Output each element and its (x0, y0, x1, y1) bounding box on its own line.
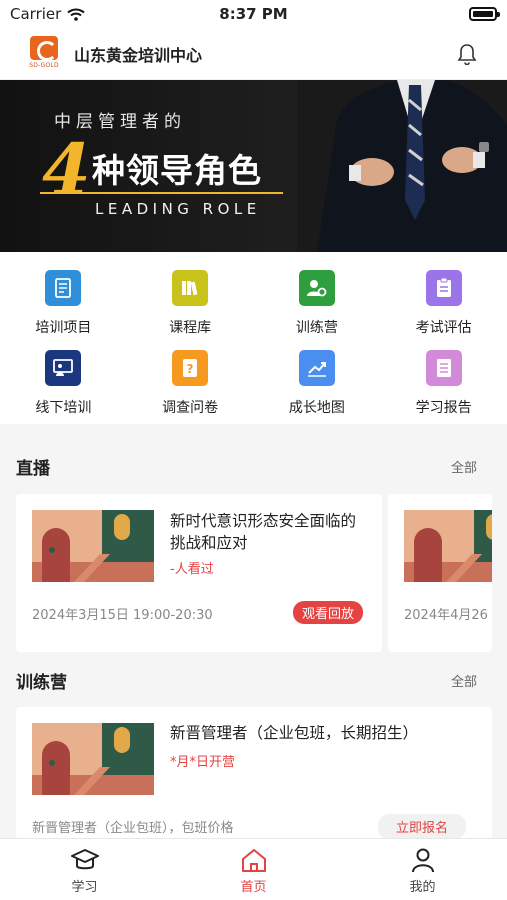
wifi-icon (67, 8, 85, 21)
tab-label: 首页 (240, 880, 267, 895)
document-icon (45, 270, 82, 306)
tab-label: 学习 (71, 880, 98, 895)
battery-icon (469, 7, 500, 21)
carrier-label: Carrier (10, 5, 62, 23)
banner-title: 种领导角色 (92, 151, 262, 190)
live-title: 新时代意识形态安全面临的挑战和应对 (170, 512, 357, 552)
tab-home[interactable]: 首页 (169, 839, 338, 900)
camp-schedule: *月*日开营 (170, 755, 236, 770)
businessman-illustration (297, 80, 507, 252)
classroom-icon (45, 350, 82, 386)
camp-title: 新晋管理者（企业包班，长期招生） (170, 724, 419, 742)
live-thumbnail (32, 510, 154, 582)
banner-number: 4 (42, 128, 91, 211)
feature-grid: 培训项目 课程库 训练营 考试评估 线下培训 ? 调查问卷 成长地图 学习报告 (0, 252, 507, 424)
section-title: 训练营 (16, 672, 67, 693)
live-card[interactable]: 2024年4月26 (388, 494, 492, 652)
app-header: SD-GOLD 山东黄金培训中心 (0, 28, 507, 80)
carrier: Carrier (10, 5, 85, 23)
section-title: 直播 (16, 458, 50, 479)
live-viewers: -人看过 (170, 562, 214, 577)
feature-training-projects[interactable]: 培训项目 (0, 270, 127, 350)
tab-study[interactable]: 学习 (0, 839, 169, 900)
tab-label: 我的 (409, 880, 436, 895)
camp-description: 新晋管理者（企业包班），包班价格 (32, 821, 234, 836)
camp-thumbnail (32, 723, 154, 795)
feature-offline-training[interactable]: 线下培训 (0, 350, 127, 430)
logo-mark (30, 35, 58, 61)
app-title: 山东黄金培训中心 (74, 45, 203, 65)
live-section-header: 直播 全部 (0, 444, 507, 488)
logo-text: SD-GOLD (29, 61, 59, 69)
camp-more-link[interactable]: 全部 (451, 671, 491, 690)
camp-card[interactable]: 新晋管理者（企业包班，长期招生） *月*日开营 新晋管理者（企业包班），包班价格… (16, 707, 492, 839)
feature-label: 课程库 (169, 320, 212, 336)
home-icon (241, 849, 266, 872)
enroll-button[interactable]: 立即报名 (378, 814, 467, 839)
live-more-link[interactable]: 全部 (451, 457, 491, 476)
live-thumbnail (404, 510, 492, 582)
feature-label: 成长地图 (288, 400, 345, 416)
live-date: 2024年3月15日 19:00-20:30 (32, 608, 213, 623)
report-icon (425, 350, 462, 386)
feature-exam-evaluation[interactable]: 考试评估 (380, 270, 507, 350)
live-card[interactable]: 新时代意识形态安全面临的挑战和应对 -人看过 2024年3月15日 19:00-… (16, 494, 382, 652)
feature-course-library[interactable]: 课程库 (127, 270, 254, 350)
status-bar: Carrier 8:37 PM (0, 0, 507, 28)
person-icon (411, 848, 434, 873)
brand-logo: SD-GOLD (28, 35, 60, 72)
svg-text:?: ? (187, 362, 194, 376)
watch-replay-button[interactable]: 观看回放 (293, 601, 364, 624)
feature-growth-map[interactable]: 成长地图 (254, 350, 381, 430)
notification-button[interactable] (455, 42, 479, 66)
books-icon (172, 270, 209, 306)
promo-banner[interactable]: 中层管理者的 4 种领导角色 LEADING ROLE (0, 80, 507, 252)
clipboard-icon (425, 270, 462, 306)
feature-survey[interactable]: ? 调查问卷 (127, 350, 254, 430)
feature-row: 线下培训 ? 调查问卷 成长地图 学习报告 (0, 350, 507, 430)
feature-label: 考试评估 (415, 320, 472, 336)
users-gear-icon (298, 270, 335, 306)
camp-section-header: 训练营 全部 (0, 658, 507, 702)
feature-label: 训练营 (295, 320, 338, 336)
feature-label: 学习报告 (415, 400, 472, 416)
tab-profile[interactable]: 我的 (338, 839, 507, 900)
feature-label: 调查问卷 (162, 400, 219, 416)
bottom-tab-bar: 学习 首页 我的 (0, 838, 507, 900)
trend-chart-icon (298, 350, 335, 386)
feature-label: 培训项目 (35, 320, 92, 336)
bell-icon (457, 43, 477, 65)
feature-label: 线下培训 (35, 400, 92, 416)
graduation-cap-icon (70, 849, 99, 870)
questionnaire-icon: ? (172, 350, 209, 386)
feature-row: 培训项目 课程库 训练营 考试评估 (0, 270, 507, 350)
feature-study-report[interactable]: 学习报告 (380, 350, 507, 430)
banner-divider (40, 192, 283, 194)
live-date: 2024年4月26 (404, 608, 488, 623)
feature-training-camp[interactable]: 训练营 (254, 270, 381, 350)
banner-english: LEADING ROLE (95, 200, 261, 218)
